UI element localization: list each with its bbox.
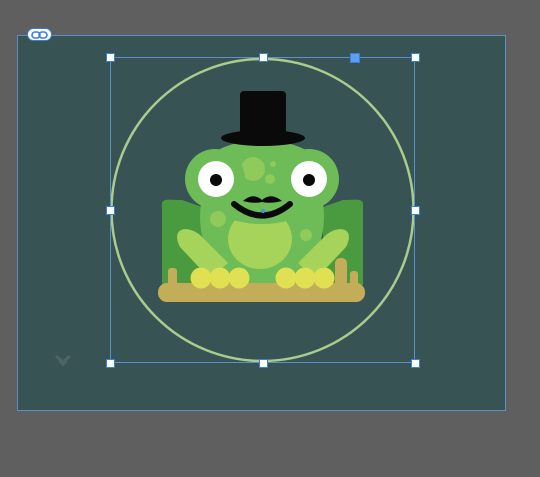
resize-handle-bottom-center[interactable]	[259, 359, 268, 368]
resize-handle-middle-right[interactable]	[411, 206, 420, 215]
resize-handle-bottom-right[interactable]	[411, 359, 420, 368]
rotate-handle[interactable]	[350, 53, 360, 63]
resize-handle-top-center[interactable]	[259, 53, 268, 62]
selection-box[interactable]	[110, 57, 415, 363]
resize-handle-middle-left[interactable]	[106, 206, 115, 215]
chevron-down-icon[interactable]	[54, 353, 72, 367]
resize-handle-top-left[interactable]	[106, 53, 115, 62]
link-icon	[31, 31, 48, 39]
resize-handle-bottom-left[interactable]	[106, 359, 115, 368]
link-button[interactable]	[27, 28, 52, 41]
resize-handle-top-right[interactable]	[411, 53, 420, 62]
